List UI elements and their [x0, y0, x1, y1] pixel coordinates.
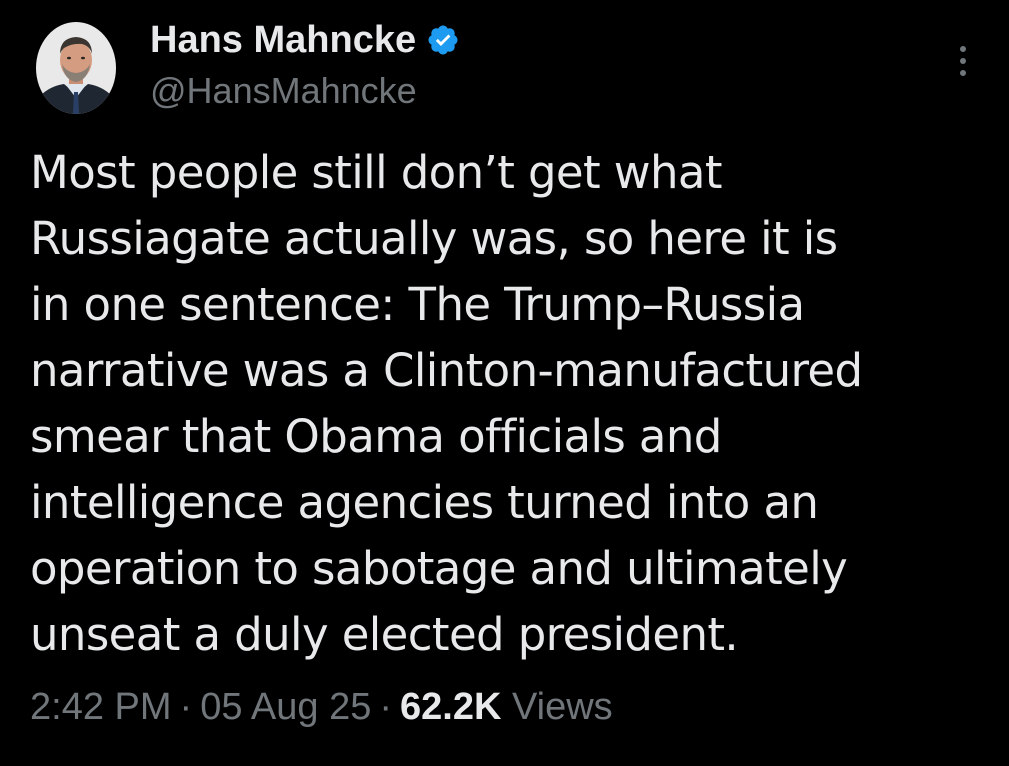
tweet-text-line: Russiagate actually was, so here it is	[30, 212, 838, 265]
author-display-name[interactable]: Hans Mahncke	[150, 19, 416, 62]
tweet-text-line: smear that Obama officials and	[30, 410, 722, 463]
avatar-image	[36, 22, 116, 114]
views-count[interactable]: 62.2K	[400, 686, 501, 728]
tweet-text-line: unseat a duly elected president.	[30, 608, 739, 661]
verified-badge-icon	[426, 23, 460, 57]
tweet-date[interactable]: 05 Aug 25	[200, 686, 371, 728]
tweet-text: Most people still don’t get what Russiag…	[30, 140, 970, 668]
tweet: Hans Mahncke @HansMahncke Most people st…	[0, 0, 1009, 766]
author-name-row: Hans Mahncke	[150, 18, 460, 62]
more-dot	[960, 46, 966, 52]
tweet-text-line: narrative was a Clinton-manufactured	[30, 344, 863, 397]
more-dot	[960, 58, 966, 64]
views-label[interactable]: Views	[512, 686, 613, 728]
tweet-text-line: Most people still don’t get what	[30, 146, 723, 199]
tweet-text-line: intelligence agencies turned into an	[30, 476, 819, 529]
tweet-text-line: operation to sabotage and ultimately	[30, 542, 848, 595]
more-options-icon[interactable]	[945, 36, 981, 86]
avatar[interactable]	[36, 22, 116, 114]
tweet-text-line: in one sentence: The Trump–Russia	[30, 278, 805, 331]
tweet-time[interactable]: 2:42 PM	[30, 686, 172, 728]
meta-separator: ·	[179, 686, 193, 728]
author-handle[interactable]: @HansMahncke	[150, 70, 417, 112]
meta-separator: ·	[379, 686, 393, 728]
more-dot	[960, 70, 966, 76]
tweet-meta: 2:42 PM · 05 Aug 25 · 62.2K Views	[30, 686, 613, 729]
